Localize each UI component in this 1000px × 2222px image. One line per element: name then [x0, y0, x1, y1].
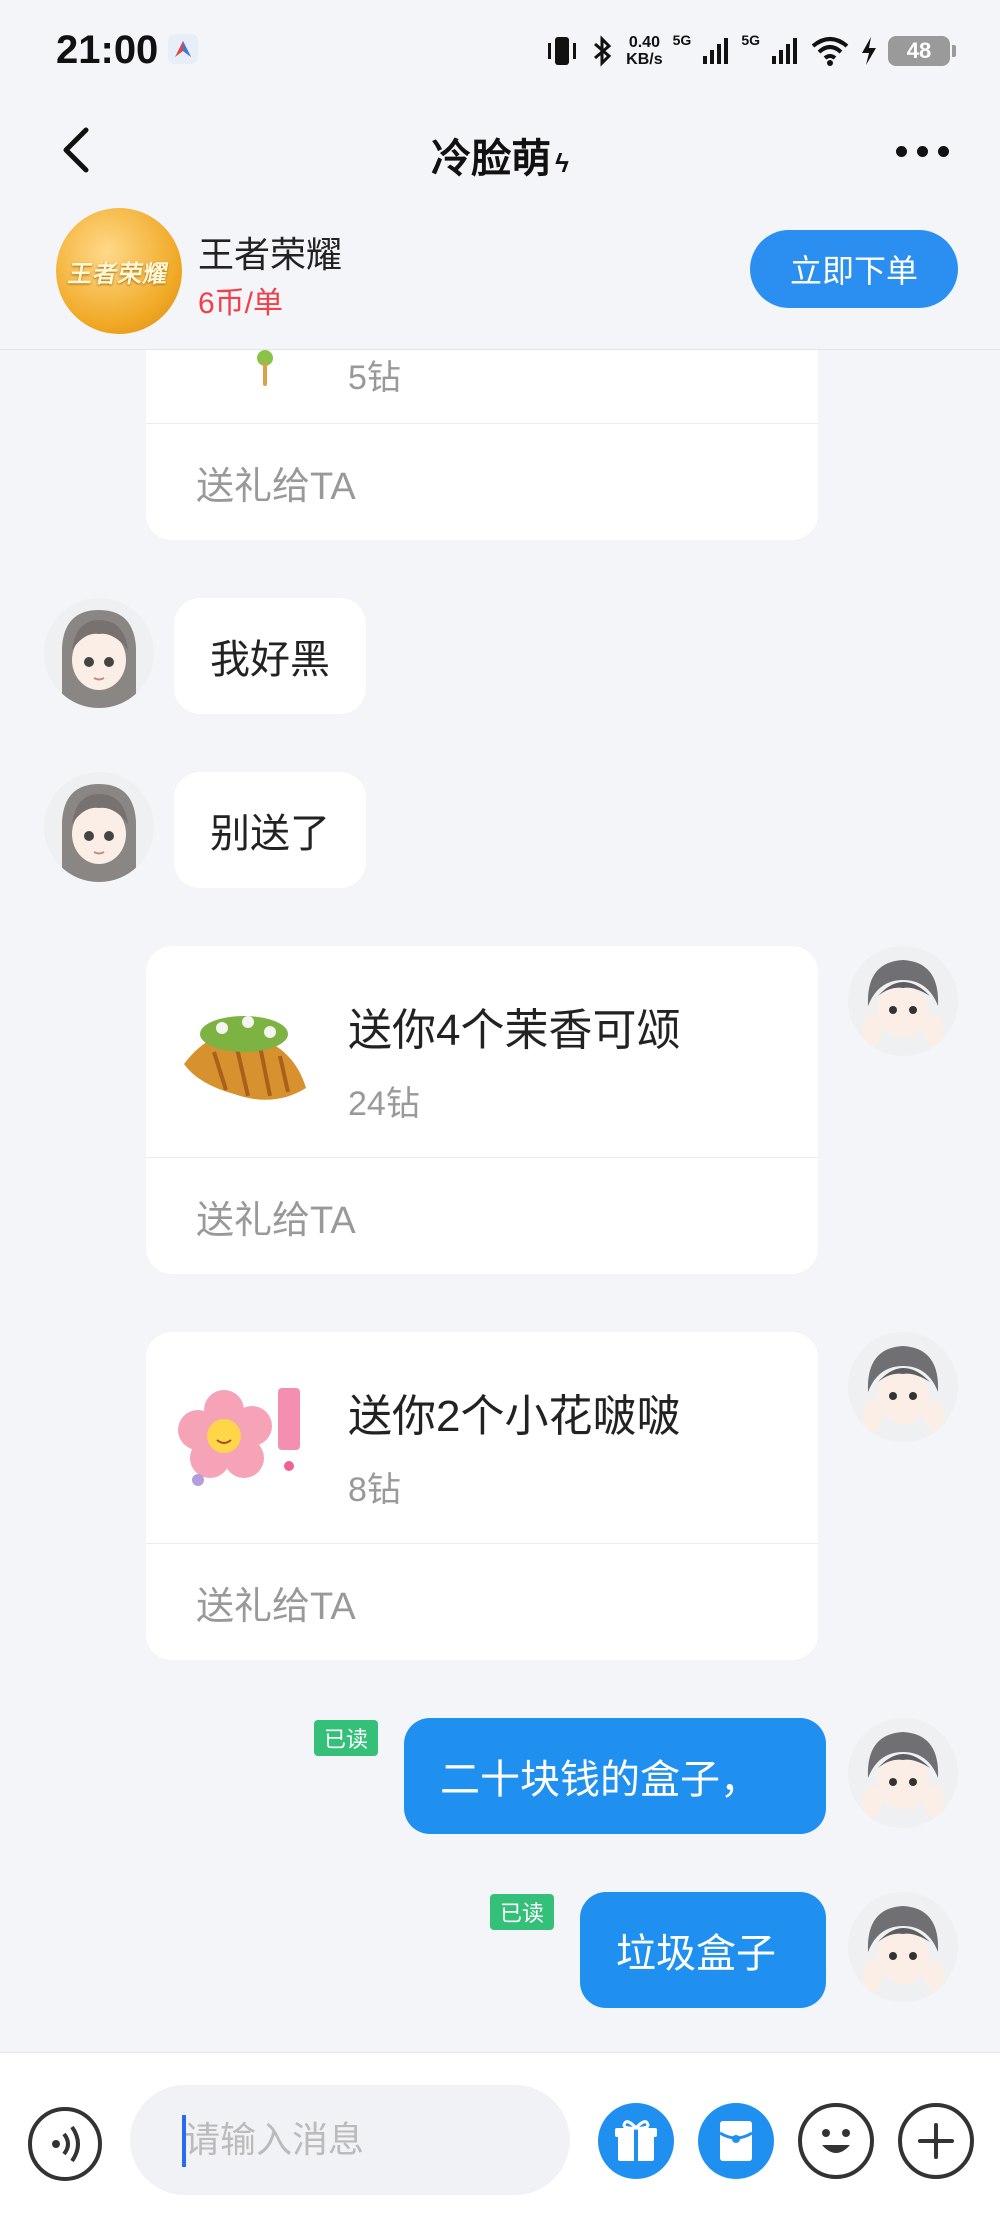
incoming-message: 别送了: [174, 772, 366, 888]
voice-icon: [52, 2125, 80, 2163]
message-input[interactable]: [130, 2085, 570, 2195]
status-bar: 21:00 0.40 KB/s 5G 5G 48: [0, 0, 1000, 100]
gift-title: 送你4个茉香可颂: [348, 1006, 681, 1055]
order-now-button[interactable]: 立即下单: [750, 230, 958, 308]
avatar-self[interactable]: [848, 1332, 958, 1442]
avatar-self[interactable]: [848, 1892, 958, 2002]
gift-button[interactable]: [598, 2103, 674, 2179]
outgoing-message: 垃圾盒子: [580, 1892, 826, 2008]
title-symbol: ϟ: [555, 148, 569, 178]
avatar-partner[interactable]: [44, 598, 154, 708]
game-name: 王者荣耀: [198, 234, 343, 275]
signal-2-label: 5G: [741, 32, 760, 48]
avatar-self[interactable]: [848, 946, 958, 1056]
more-actions-button[interactable]: [898, 2103, 974, 2179]
net-speed: 0.40 KB/s: [626, 34, 663, 68]
vibrate-icon: [548, 37, 577, 65]
outgoing-message: 二十块钱的盒子，: [404, 1718, 826, 1834]
bluetooth-icon: [594, 35, 612, 67]
send-gift-button[interactable]: 送礼给TA: [146, 424, 818, 540]
gift-price: 24钻: [348, 1085, 420, 1123]
game-logo: 王者荣耀: [56, 208, 182, 334]
gift-card: 送你4个茉香可颂 24钻 送礼给TA: [146, 946, 818, 1274]
avatar-partner[interactable]: [44, 772, 154, 882]
status-time: 21:00: [56, 28, 159, 72]
input-bar: [0, 2052, 1000, 2222]
game-price: 6币/单: [198, 287, 284, 320]
gift-card: 送你2个小花啵啵 8钻 送礼给TA: [146, 1332, 818, 1660]
gift-price: 8钻: [348, 1471, 401, 1509]
battery-indicator: 48: [888, 36, 956, 66]
read-badge: 已读: [314, 1720, 379, 1756]
gift-image-partial: [257, 350, 273, 386]
send-gift-button[interactable]: 送礼给TA: [146, 1158, 818, 1274]
incoming-message: 我好黑: [174, 598, 366, 714]
status-icons: 0.40 KB/s 5G 5G 48: [544, 28, 956, 74]
gift-card-partial: 5钻 送礼给TA: [146, 350, 818, 540]
signal-1-label: 5G: [672, 32, 692, 48]
send-gift-button[interactable]: 送礼给TA: [146, 1544, 818, 1660]
avatar-self[interactable]: [848, 1718, 958, 1828]
gift-price: 5钻: [348, 359, 401, 397]
wifi-icon: [811, 37, 849, 66]
gift-icon: [615, 2120, 657, 2161]
emoji-icon: [822, 2129, 850, 2153]
signal-2-icon: [772, 38, 797, 64]
plus-icon: [918, 2123, 954, 2159]
page-title: 冷脸萌 ϟ: [431, 137, 569, 181]
red-packet-icon: [719, 2121, 753, 2161]
flower-gift-image: [178, 1388, 300, 1486]
gift-title: 送你2个小花啵啵: [348, 1392, 681, 1441]
compass-app-icon: [168, 34, 198, 64]
read-badge: 已读: [490, 1894, 555, 1930]
text-caret: [182, 2115, 186, 2167]
red-packet-button[interactable]: [698, 2103, 774, 2179]
charging-icon: [862, 37, 876, 65]
voice-button[interactable]: [28, 2107, 102, 2181]
croissant-gift-image: [184, 1016, 306, 1100]
emoji-button[interactable]: [798, 2103, 874, 2179]
more-options-button[interactable]: [890, 136, 954, 166]
signal-1-icon: [703, 38, 729, 64]
service-banner: 王者荣耀 王者荣耀 6币/单 立即下单: [0, 200, 1000, 350]
chat-header: 冷脸萌 ϟ: [0, 100, 1000, 200]
